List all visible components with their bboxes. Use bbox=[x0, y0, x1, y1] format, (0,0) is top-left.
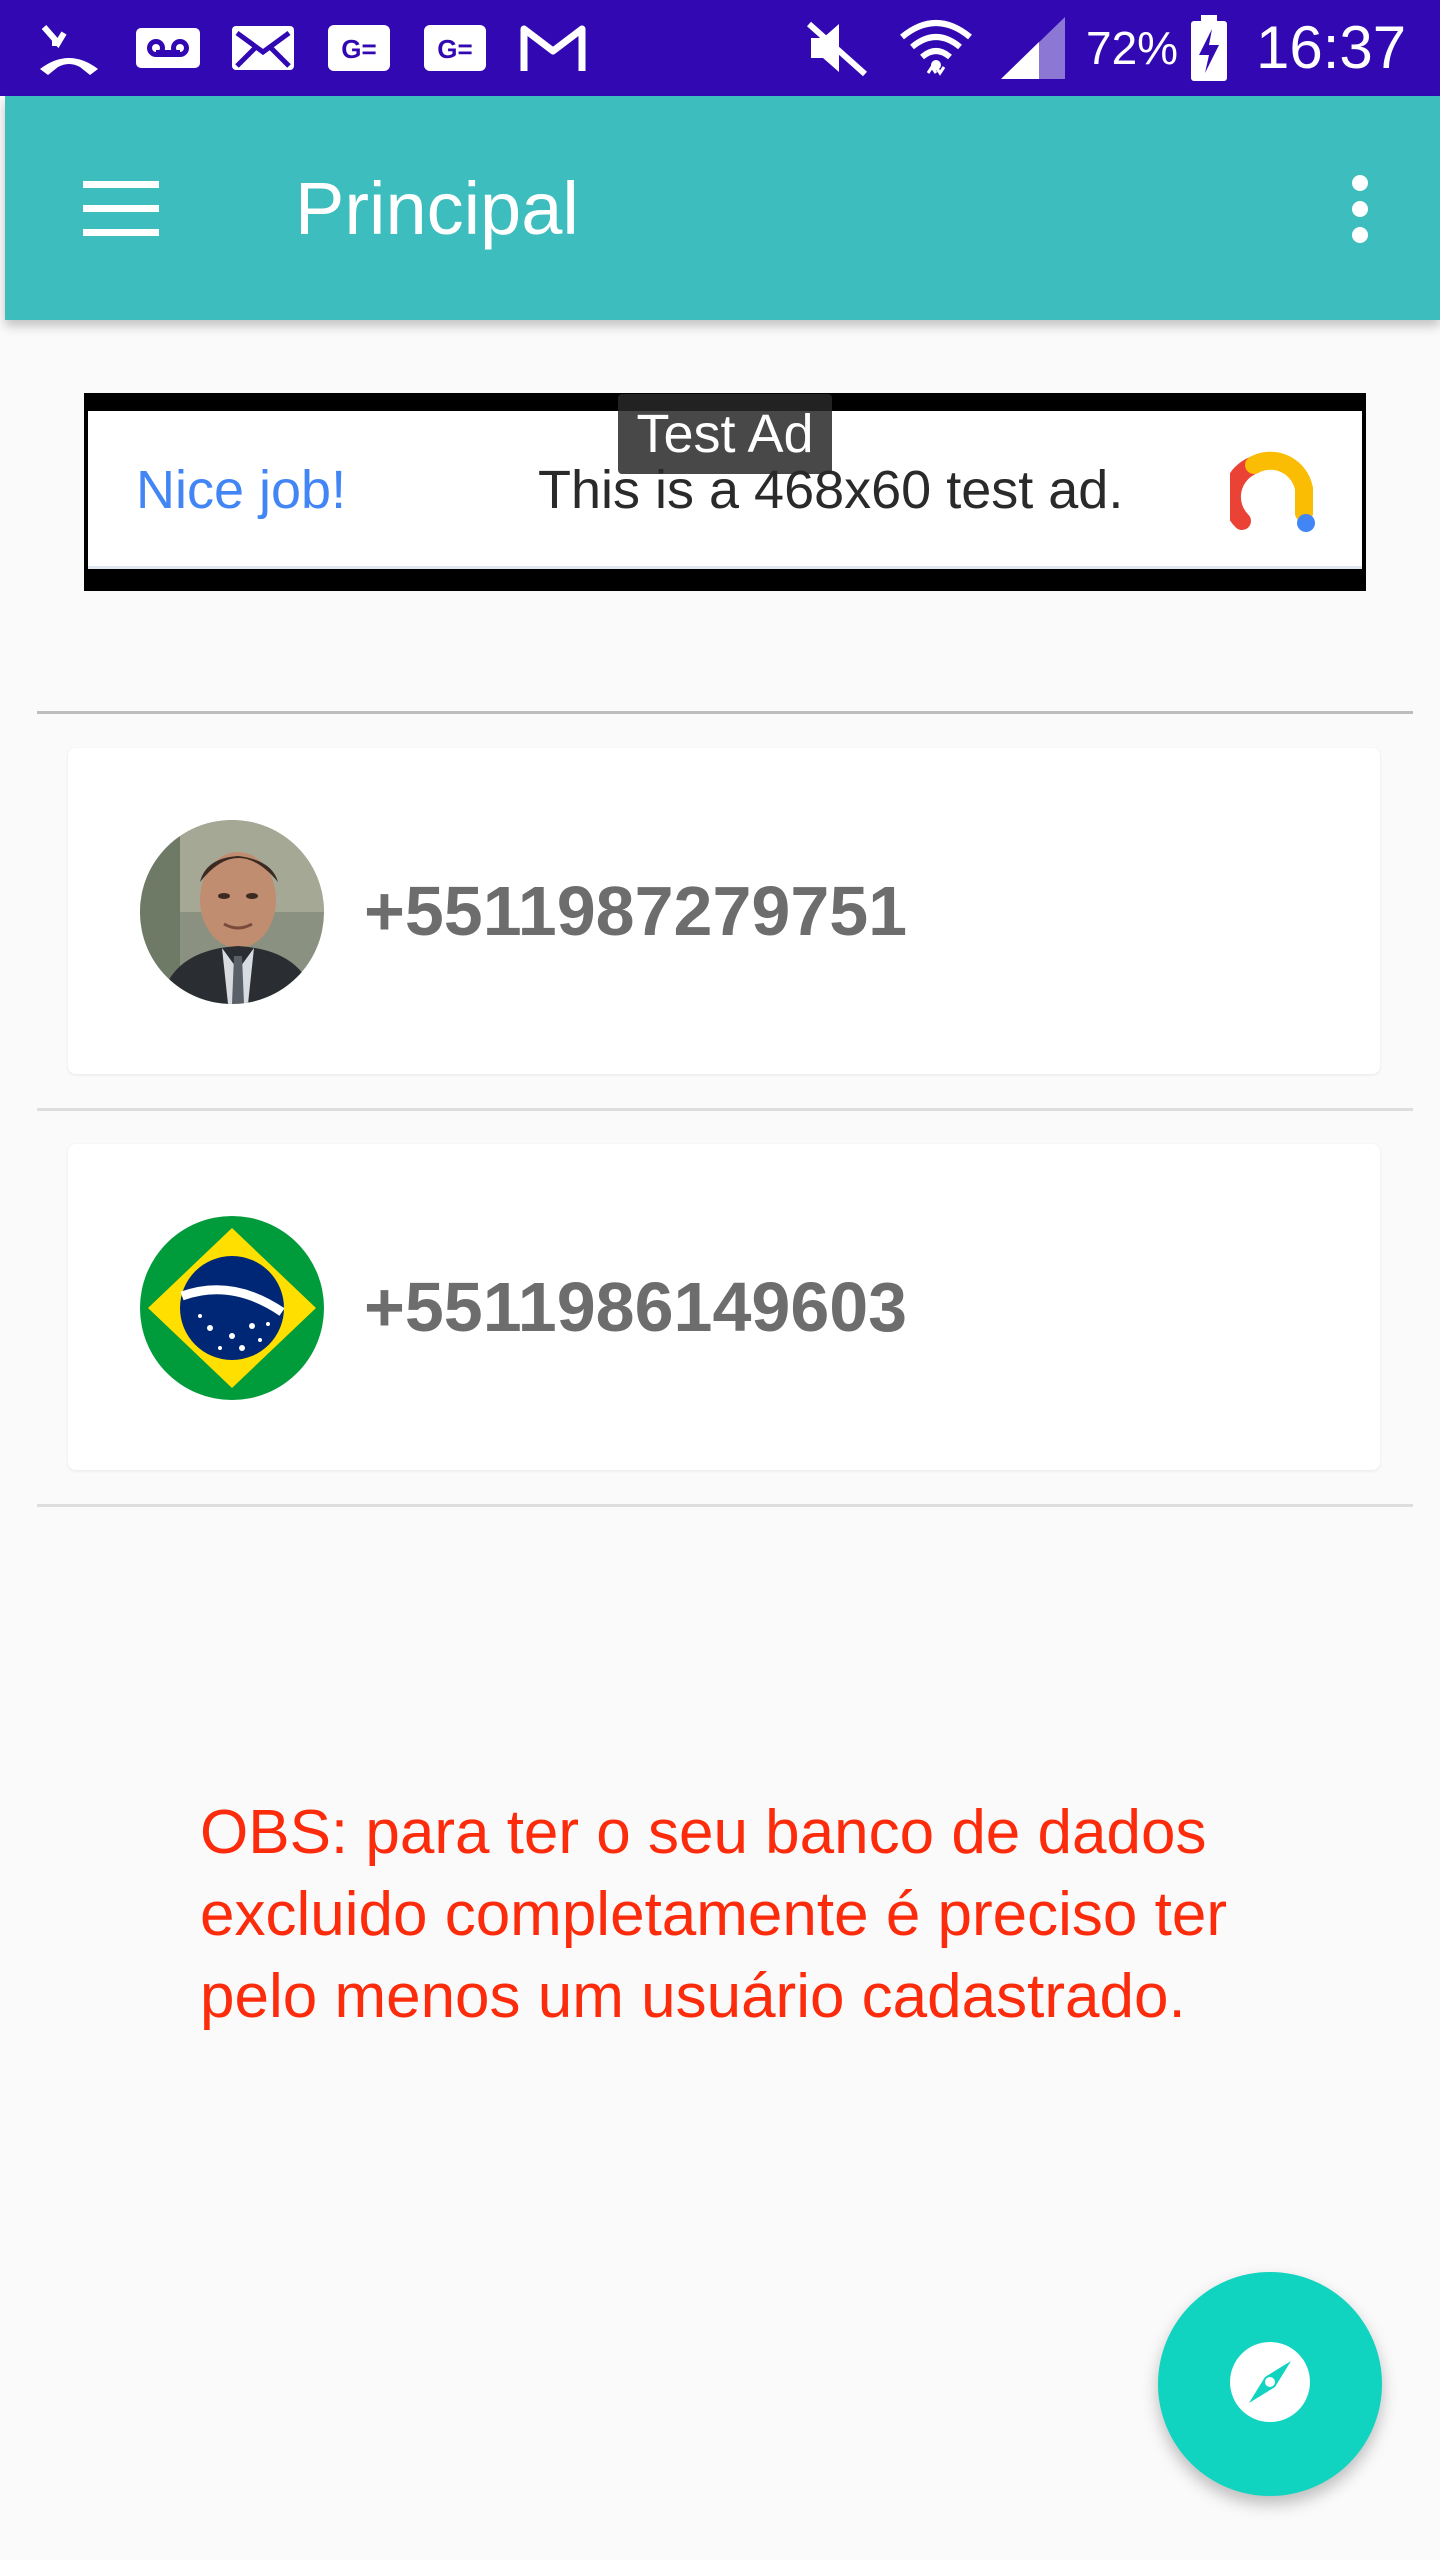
more-vert-icon[interactable] bbox=[1305, 154, 1415, 264]
contact-phone-number: +5511986149603 bbox=[364, 1268, 908, 1346]
clock: 16:37 bbox=[1256, 14, 1407, 81]
test-ad-label: Test Ad bbox=[618, 394, 832, 474]
ge-app-icon: G= bbox=[420, 14, 490, 82]
svg-text:G=: G= bbox=[341, 34, 376, 64]
wifi-icon bbox=[896, 14, 976, 82]
list-divider bbox=[37, 1504, 1413, 1507]
gmail-icon bbox=[516, 14, 590, 82]
svg-text:G=: G= bbox=[437, 34, 472, 64]
contact-item[interactable]: +5511987279751 bbox=[68, 748, 1380, 1074]
voicemail-icon bbox=[130, 14, 206, 82]
compass-icon bbox=[1227, 2339, 1313, 2430]
contact-avatar bbox=[140, 820, 324, 1004]
ad-logo-icon bbox=[1222, 447, 1316, 533]
list-divider bbox=[37, 1108, 1413, 1111]
screen: G= G= 72% 16:37 Principal Nice job! This… bbox=[0, 0, 1440, 2560]
ge-app-icon: G= bbox=[324, 14, 394, 82]
battery-charging-icon bbox=[1186, 14, 1232, 82]
battery-percent: 72% bbox=[1086, 22, 1179, 74]
cell-signal-icon bbox=[996, 14, 1068, 82]
hamburger-menu-icon[interactable] bbox=[61, 154, 181, 264]
app-bar: Principal bbox=[5, 96, 1440, 320]
list-divider bbox=[37, 711, 1413, 714]
email-icon bbox=[228, 14, 298, 82]
warning-note: OBS: para ter o seu banco de dados exclu… bbox=[200, 1798, 1227, 2031]
contact-item[interactable]: +5511986149603 bbox=[68, 1144, 1380, 1470]
ad-headline: Nice job! bbox=[136, 460, 347, 520]
compass-fab-button[interactable] bbox=[1158, 2272, 1382, 2496]
contact-phone-number: +5511987279751 bbox=[364, 872, 908, 950]
missed-call-icon bbox=[34, 14, 104, 82]
status-bar: G= G= 72% 16:37 bbox=[0, 0, 1440, 96]
mute-icon bbox=[800, 14, 874, 82]
brazil-flag-avatar bbox=[140, 1216, 324, 1400]
page-title: Principal bbox=[295, 167, 579, 250]
